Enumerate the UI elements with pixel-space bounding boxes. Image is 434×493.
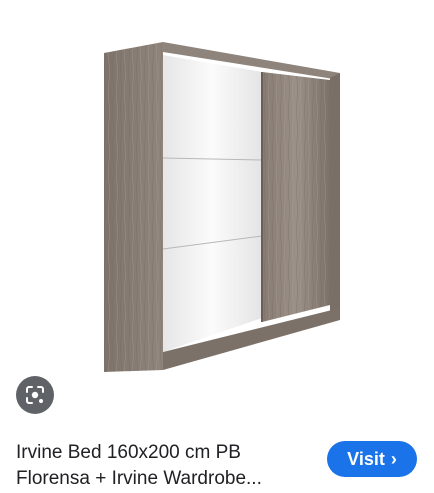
wardrobe-image (104, 42, 340, 372)
product-image[interactable] (0, 0, 434, 420)
google-lens-button[interactable] (16, 376, 54, 414)
visit-button-label: Visit (347, 448, 385, 469)
result-title[interactable]: Irvine Bed 160x200 cm PB Florensa + Irvi… (16, 440, 312, 492)
result-title-line-2: Florensa + Irvine Wardrobe... (16, 468, 262, 489)
chevron-right-icon: › (390, 449, 397, 469)
result-title-line-1: Irvine Bed 160x200 cm PB (16, 442, 241, 463)
google-lens-icon (26, 386, 44, 404)
visit-button[interactable]: Visit › (327, 441, 417, 477)
